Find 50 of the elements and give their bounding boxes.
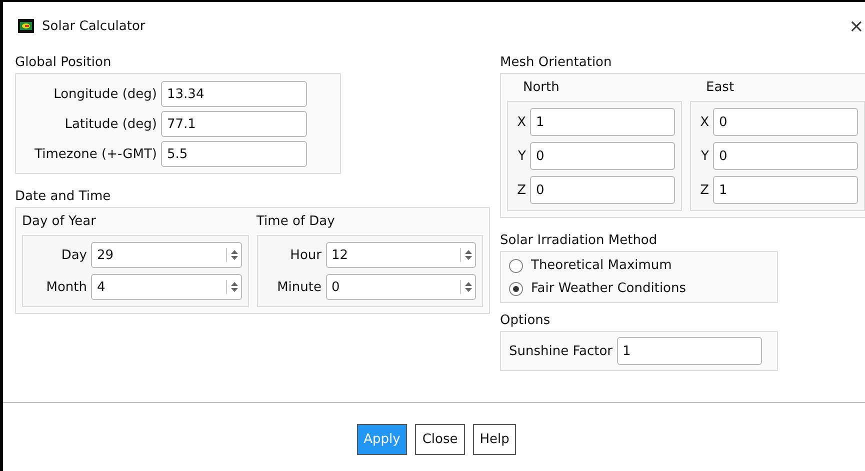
field-label: Y <box>517 148 526 164</box>
dialog-button[interactable]: Help <box>472 424 516 455</box>
field-label: Sunshine Factor <box>509 344 613 358</box>
spin-field[interactable]: 0 <box>326 274 476 300</box>
field-label: Timezone (+-GMT) <box>34 146 157 162</box>
spinner-arrows-icon[interactable] <box>226 248 238 262</box>
field-label: Longitude (deg) <box>52 86 157 102</box>
spinner-arrows-icon[interactable] <box>226 280 238 294</box>
field-label: Month <box>45 280 87 294</box>
radio-button[interactable] <box>509 258 523 272</box>
spin-field[interactable]: 4 <box>91 274 242 300</box>
section-title: Options <box>500 312 552 330</box>
text-field[interactable]: 77.1 <box>161 111 307 137</box>
window-title: Solar Calculator <box>42 18 146 34</box>
text-field[interactable]: 1 <box>616 337 762 365</box>
subsection-title: Day of Year <box>22 213 97 231</box>
section-title: Date and Time <box>15 188 112 206</box>
spinner-arrows-icon[interactable] <box>460 248 473 262</box>
field-label: Z <box>699 182 709 198</box>
radio-label[interactable]: Theoretical Maximum <box>531 258 672 273</box>
section-title: Mesh Orientation <box>500 54 613 72</box>
subsection-title: North <box>522 79 560 97</box>
field-label: Minute <box>276 280 322 294</box>
field-label: Day <box>60 248 87 262</box>
text-field[interactable]: 13.34 <box>161 81 307 107</box>
section-title: Global Position <box>15 54 112 72</box>
field-label: Z <box>516 182 526 198</box>
text-field[interactable]: 0 <box>530 142 675 170</box>
spin-field[interactable]: 29 <box>91 242 242 268</box>
field-label: Hour <box>289 248 322 262</box>
radio-button[interactable] <box>509 282 523 296</box>
text-field[interactable]: 1 <box>713 176 858 204</box>
field-label: Y <box>700 148 709 164</box>
field-label: X <box>516 114 526 130</box>
text-field[interactable]: 0 <box>713 108 858 136</box>
spin-field[interactable]: 12 <box>326 242 476 268</box>
text-field[interactable]: 1 <box>530 108 675 136</box>
text-field[interactable]: 0 <box>530 176 675 204</box>
dialog-button[interactable]: Close <box>415 424 465 455</box>
subsection-title: East <box>705 79 736 97</box>
close-icon[interactable]: × <box>848 16 864 36</box>
app-icon <box>18 19 34 33</box>
text-field[interactable]: 0 <box>713 142 858 170</box>
field-label: X <box>699 114 709 130</box>
subsection-title: Time of Day <box>256 213 336 231</box>
field-label: Latitude (deg) <box>64 116 157 132</box>
spinner-arrows-icon[interactable] <box>460 280 473 294</box>
radio-label[interactable]: Fair Weather Conditions <box>531 281 686 296</box>
text-field[interactable]: 5.5 <box>161 141 307 167</box>
section-title: Solar Irradiation Method <box>500 232 658 250</box>
